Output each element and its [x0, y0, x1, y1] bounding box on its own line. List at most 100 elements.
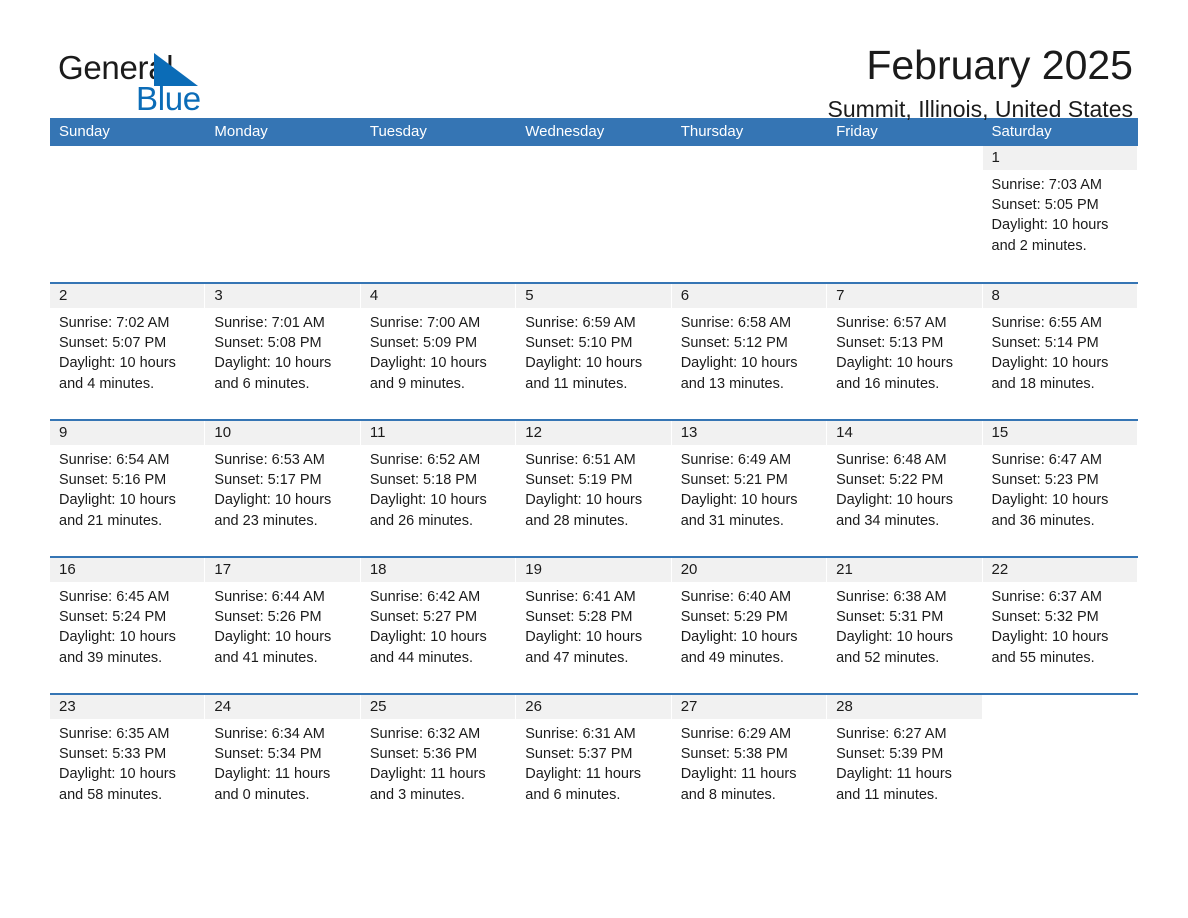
day-number — [516, 146, 671, 170]
day-number: 4 — [360, 284, 517, 308]
calendar-day-cell[interactable]: 21 Sunrise: 6:38 AM Sunset: 5:31 PM Dayligh… — [827, 558, 983, 693]
sunrise-text: Sunrise: 6:34 AM — [214, 726, 325, 742]
day-number: 18 — [360, 558, 517, 582]
sunset-text: Sunset: 5:24 PM — [59, 609, 167, 626]
sunrise-text: Sunrise: 7:01 AM — [214, 315, 325, 331]
calendar-week-row: 2 Sunrise: 7:02 AM Sunset: 5:07 PM Daylight… — [50, 282, 1138, 419]
sunset-text: Sunset: 5:33 PM — [59, 746, 167, 763]
calendar-day-cell[interactable]: 23 Sunrise: 6:35 AM Sunset: 5:33 PM Dayligh… — [50, 695, 206, 823]
calendar-day-cell[interactable]: 20 Sunrise: 6:40 AM Sunset: 5:29 PM Dayligh… — [671, 558, 828, 693]
calendar-day-cell[interactable]: 18 Sunrise: 6:42 AM Sunset: 5:27 PM Dayligh… — [360, 558, 517, 693]
calendar-day-cell[interactable]: 1 Sunrise: 7:03 AM Sunset: 5:05 PM Daylight… — [982, 146, 1138, 282]
calendar-day-cell-empty — [50, 146, 205, 282]
calendar-day-cell-empty — [516, 146, 671, 282]
calendar-day-cell[interactable]: 8 Sunrise: 6:55 AM Sunset: 5:14 PM Daylight… — [982, 284, 1138, 419]
day-number: 24 — [205, 695, 361, 719]
calendar-day-cell[interactable]: 15 Sunrise: 6:47 AM Sunset: 5:23 PM Dayligh… — [982, 421, 1138, 556]
daylight-text: Daylight: 10 hours and 34 minutes. — [836, 492, 953, 529]
day-number — [50, 146, 205, 170]
daylight-text: Daylight: 10 hours and 11 minutes. — [525, 355, 643, 392]
sunrise-text: Sunrise: 6:37 AM — [991, 589, 1102, 605]
daylight-text: Daylight: 10 hours and 49 minutes. — [680, 629, 798, 666]
daylight-text: Daylight: 10 hours and 18 minutes. — [991, 355, 1109, 392]
day-number: 25 — [360, 695, 517, 719]
calendar-day-cell[interactable]: 13 Sunrise: 6:49 AM Sunset: 5:21 PM Dayligh… — [671, 421, 828, 556]
daylight-text: Daylight: 10 hours and 55 minutes. — [991, 629, 1109, 666]
calendar-day-cell[interactable]: 16 Sunrise: 6:45 AM Sunset: 5:24 PM Dayligh… — [50, 558, 206, 693]
daylight-text: Daylight: 11 hours and 8 minutes. — [680, 766, 797, 803]
calendar-day-cell[interactable]: 11 Sunrise: 6:52 AM Sunset: 5:18 PM Dayligh… — [360, 421, 517, 556]
daylight-text: Daylight: 11 hours and 11 minutes. — [836, 766, 952, 803]
calendar-day-cell[interactable]: 14 Sunrise: 6:48 AM Sunset: 5:22 PM Dayligh… — [827, 421, 983, 556]
sunset-text: Sunset: 5:26 PM — [214, 609, 322, 626]
calendar-day-cell[interactable]: 19 Sunrise: 6:41 AM Sunset: 5:28 PM Dayligh… — [516, 558, 672, 693]
sunrise-text: Sunrise: 6:58 AM — [680, 315, 792, 331]
sunset-text: Sunset: 5:22 PM — [836, 472, 944, 489]
calendar-day-cell[interactable]: 17 Sunrise: 6:44 AM Sunset: 5:26 PM Dayligh… — [205, 558, 361, 693]
daylight-text: Daylight: 10 hours and 58 minutes. — [59, 766, 176, 803]
day-details: Sunrise: 6:58 AM Sunset: 5:12 PM Daylight:… — [672, 308, 827, 394]
daylight-text: Daylight: 10 hours and 39 minutes. — [59, 629, 176, 666]
calendar-week-row: 1 Sunrise: 7:03 AM Sunset: 5:05 PM Daylight… — [50, 146, 1138, 282]
sunset-text: Sunset: 5:09 PM — [369, 335, 478, 352]
daylight-text: Daylight: 10 hours and 9 minutes. — [369, 355, 487, 392]
day-number: 14 — [827, 421, 983, 445]
sunset-text: Sunset: 5:18 PM — [369, 472, 478, 489]
calendar-day-cell[interactable]: 25 Sunrise: 6:32 AM Sunset: 5:36 PM Dayligh… — [360, 695, 517, 823]
calendar-day-cell[interactable]: 22 Sunrise: 6:37 AM Sunset: 5:32 PM Dayligh… — [982, 558, 1138, 693]
calendar-day-cell[interactable]: 6 Sunrise: 6:58 AM Sunset: 5:12 PM Daylight… — [671, 284, 828, 419]
generalblue-logo[interactable]: General Blue — [58, 50, 358, 120]
sunset-text: Sunset: 5:13 PM — [836, 335, 944, 352]
sunrise-text: Sunrise: 6:47 AM — [991, 452, 1102, 468]
sunrise-text: Sunrise: 6:51 AM — [525, 452, 636, 468]
sunset-text: Sunset: 5:16 PM — [59, 472, 167, 489]
daylight-text: Daylight: 10 hours and 16 minutes. — [836, 355, 953, 392]
calendar-day-cell[interactable]: 4 Sunrise: 7:00 AM Sunset: 5:09 PM Daylight… — [360, 284, 517, 419]
daylight-text: Daylight: 10 hours and 23 minutes. — [214, 492, 332, 529]
sunset-text: Sunset: 5:28 PM — [525, 609, 633, 626]
calendar-day-cell[interactable]: 5 Sunrise: 6:59 AM Sunset: 5:10 PM Daylight… — [516, 284, 672, 419]
day-details: Sunrise: 6:57 AM Sunset: 5:13 PM Daylight:… — [827, 308, 982, 394]
daylight-text: Daylight: 11 hours and 6 minutes. — [525, 766, 642, 803]
calendar-day-cell[interactable]: 7 Sunrise: 6:57 AM Sunset: 5:13 PM Daylight… — [827, 284, 983, 419]
day-number: 26 — [516, 695, 672, 719]
sunrise-text: Sunrise: 6:38 AM — [836, 589, 947, 605]
calendar-day-cell-empty — [205, 146, 360, 282]
calendar-day-cell[interactable]: 2 Sunrise: 7:02 AM Sunset: 5:07 PM Daylight… — [50, 284, 206, 419]
calendar-day-cell-empty — [361, 146, 516, 282]
day-details: Sunrise: 7:02 AM Sunset: 5:07 PM Daylight:… — [50, 308, 205, 394]
day-details: Sunrise: 7:01 AM Sunset: 5:08 PM Daylight:… — [205, 308, 360, 394]
calendar-day-cell[interactable]: 27 Sunrise: 6:29 AM Sunset: 5:38 PM Dayligh… — [671, 695, 828, 823]
calendar-day-cell[interactable]: 3 Sunrise: 7:01 AM Sunset: 5:08 PM Daylight… — [205, 284, 361, 419]
day-details: Sunrise: 6:29 AM Sunset: 5:38 PM Daylight:… — [672, 719, 827, 805]
day-number: 17 — [205, 558, 361, 582]
calendar-day-cell-empty — [672, 146, 827, 282]
day-number: 1 — [982, 146, 1138, 170]
calendar-day-cell[interactable]: 28 Sunrise: 6:27 AM Sunset: 5:39 PM Dayligh… — [827, 695, 983, 823]
calendar-day-cell[interactable]: 26 Sunrise: 6:31 AM Sunset: 5:37 PM Dayligh… — [516, 695, 672, 823]
calendar-day-cell[interactable]: 9 Sunrise: 6:54 AM Sunset: 5:16 PM Daylight… — [50, 421, 206, 556]
sunset-text: Sunset: 5:07 PM — [59, 335, 167, 352]
page-masthead: General Blue February 2025 Summit, Illin… — [50, 0, 1138, 122]
day-number — [983, 695, 1138, 719]
day-number — [205, 146, 360, 170]
day-details: Sunrise: 6:42 AM Sunset: 5:27 PM Daylight:… — [361, 582, 516, 668]
sunrise-text: Sunrise: 6:29 AM — [680, 726, 792, 742]
sunrise-text: Sunrise: 6:55 AM — [991, 315, 1102, 331]
sunset-text: Sunset: 5:21 PM — [680, 472, 788, 489]
calendar-day-cell[interactable]: 10 Sunrise: 6:53 AM Sunset: 5:17 PM Dayligh… — [205, 421, 361, 556]
day-number — [827, 146, 982, 170]
day-details: Sunrise: 6:40 AM Sunset: 5:29 PM Daylight:… — [672, 582, 827, 668]
sunset-text: Sunset: 5:29 PM — [680, 609, 788, 626]
day-details: Sunrise: 6:48 AM Sunset: 5:22 PM Daylight:… — [827, 445, 982, 531]
day-details: Sunrise: 7:03 AM Sunset: 5:05 PM Daylight:… — [983, 170, 1138, 256]
day-number: 9 — [50, 421, 206, 445]
day-number: 13 — [671, 421, 828, 445]
sunrise-text: Sunrise: 7:00 AM — [369, 315, 481, 331]
sunset-text: Sunset: 5:27 PM — [369, 609, 478, 626]
day-details: Sunrise: 6:47 AM Sunset: 5:23 PM Daylight:… — [983, 445, 1138, 531]
calendar-day-cell[interactable]: 24 Sunrise: 6:34 AM Sunset: 5:34 PM Dayligh… — [205, 695, 361, 823]
calendar-day-cell[interactable]: 12 Sunrise: 6:51 AM Sunset: 5:19 PM Dayligh… — [516, 421, 672, 556]
calendar-page: General Blue February 2025 Summit, Illin… — [0, 0, 1188, 918]
daylight-text: Daylight: 10 hours and 26 minutes. — [369, 492, 487, 529]
